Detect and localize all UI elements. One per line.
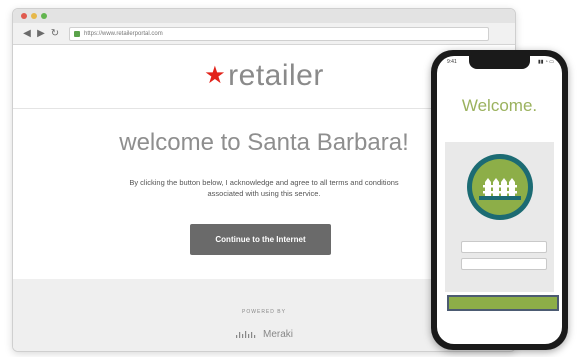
reload-icon[interactable]: ↻ [49, 28, 61, 39]
phone-welcome-heading: Welcome. [461, 96, 538, 115]
continue-to-internet-button[interactable]: Continue to the Internet [190, 224, 331, 255]
address-bar[interactable]: https://www.retailerportal.com [69, 26, 489, 41]
status-time: 9:41 [447, 59, 457, 65]
star-icon: ★ [204, 62, 227, 89]
phone-mockup: 9:41 ▮▮ ◔ ▭ Welcome. [431, 50, 568, 350]
cisco-logo-icon [235, 330, 256, 338]
status-icons: ▮▮ ◔ ▭ [537, 59, 554, 65]
logo-text: retailer [228, 59, 324, 92]
phone-screen: 9:41 ▮▮ ◔ ▭ Welcome. [437, 56, 562, 344]
back-arrow-icon[interactable]: ◀ [21, 28, 33, 39]
terms-text: By clicking the button below, I acknowle… [129, 178, 399, 198]
close-window-icon[interactable] [21, 13, 27, 19]
browser-toolbar: ◀ ▶ ↻ https://www.retailerportal.com [13, 23, 515, 45]
fence-badge-icon [467, 154, 533, 220]
phone-notch [469, 56, 530, 69]
password-field[interactable] [461, 258, 547, 270]
brand-text: Meraki [262, 329, 293, 340]
maximize-window-icon[interactable] [41, 13, 47, 19]
username-field[interactable] [461, 241, 547, 253]
url-text: https://www.retailerportal.com [84, 30, 163, 37]
phone-login-panel [445, 142, 554, 292]
phone-submit-button[interactable] [447, 295, 559, 311]
secure-lock-icon [74, 30, 80, 37]
minimize-window-icon[interactable] [31, 13, 37, 19]
forward-arrow-icon[interactable]: ▶ [35, 28, 47, 39]
browser-titlebar [13, 9, 515, 23]
